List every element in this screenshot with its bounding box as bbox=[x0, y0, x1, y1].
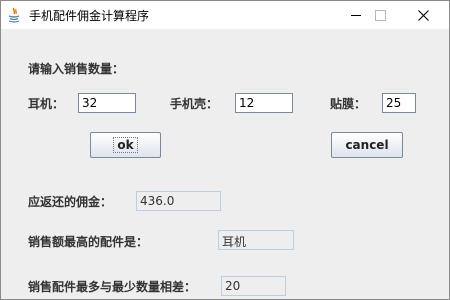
top-seller-label: 销售额最高的配件是： bbox=[28, 235, 149, 249]
screen-film-quantity-input[interactable] bbox=[382, 93, 416, 113]
minimize-icon bbox=[351, 14, 361, 16]
cancel-button-label: cancel bbox=[345, 138, 389, 152]
maximize-icon bbox=[374, 9, 386, 21]
app-window: 手机配件佣金计算程序 请输入销售数量： 耳机： 手机壳： 贴膜： ok canc… bbox=[0, 0, 450, 300]
difference-value: 20 bbox=[221, 276, 286, 296]
commission-label: 应返还的佣金： bbox=[28, 195, 113, 209]
maximize-button[interactable] bbox=[363, 1, 397, 29]
commission-value: 436.0 bbox=[136, 191, 221, 211]
phone-case-quantity-input[interactable] bbox=[235, 93, 293, 113]
earphone-label: 耳机： bbox=[28, 97, 65, 111]
close-button[interactable] bbox=[406, 1, 440, 29]
phone-case-label: 手机壳： bbox=[170, 97, 219, 111]
close-icon bbox=[417, 9, 429, 21]
earphone-quantity-input[interactable] bbox=[78, 93, 136, 113]
java-icon bbox=[7, 7, 21, 23]
top-seller-value: 耳机 bbox=[218, 230, 294, 250]
cancel-button[interactable]: cancel bbox=[331, 132, 403, 158]
screen-film-label: 贴膜： bbox=[330, 97, 367, 111]
ok-button-label: ok bbox=[113, 137, 138, 153]
window-title: 手机配件佣金计算程序 bbox=[29, 9, 150, 23]
ok-button[interactable]: ok bbox=[90, 132, 161, 158]
content-pane: 请输入销售数量： 耳机： 手机壳： 贴膜： ok cancel 应返还的佣金： … bbox=[1, 29, 449, 299]
input-prompt-label: 请输入销售数量： bbox=[28, 62, 125, 76]
title-bar[interactable]: 手机配件佣金计算程序 bbox=[1, 1, 449, 29]
difference-label: 销售配件最多与最少数量相差： bbox=[28, 280, 197, 294]
